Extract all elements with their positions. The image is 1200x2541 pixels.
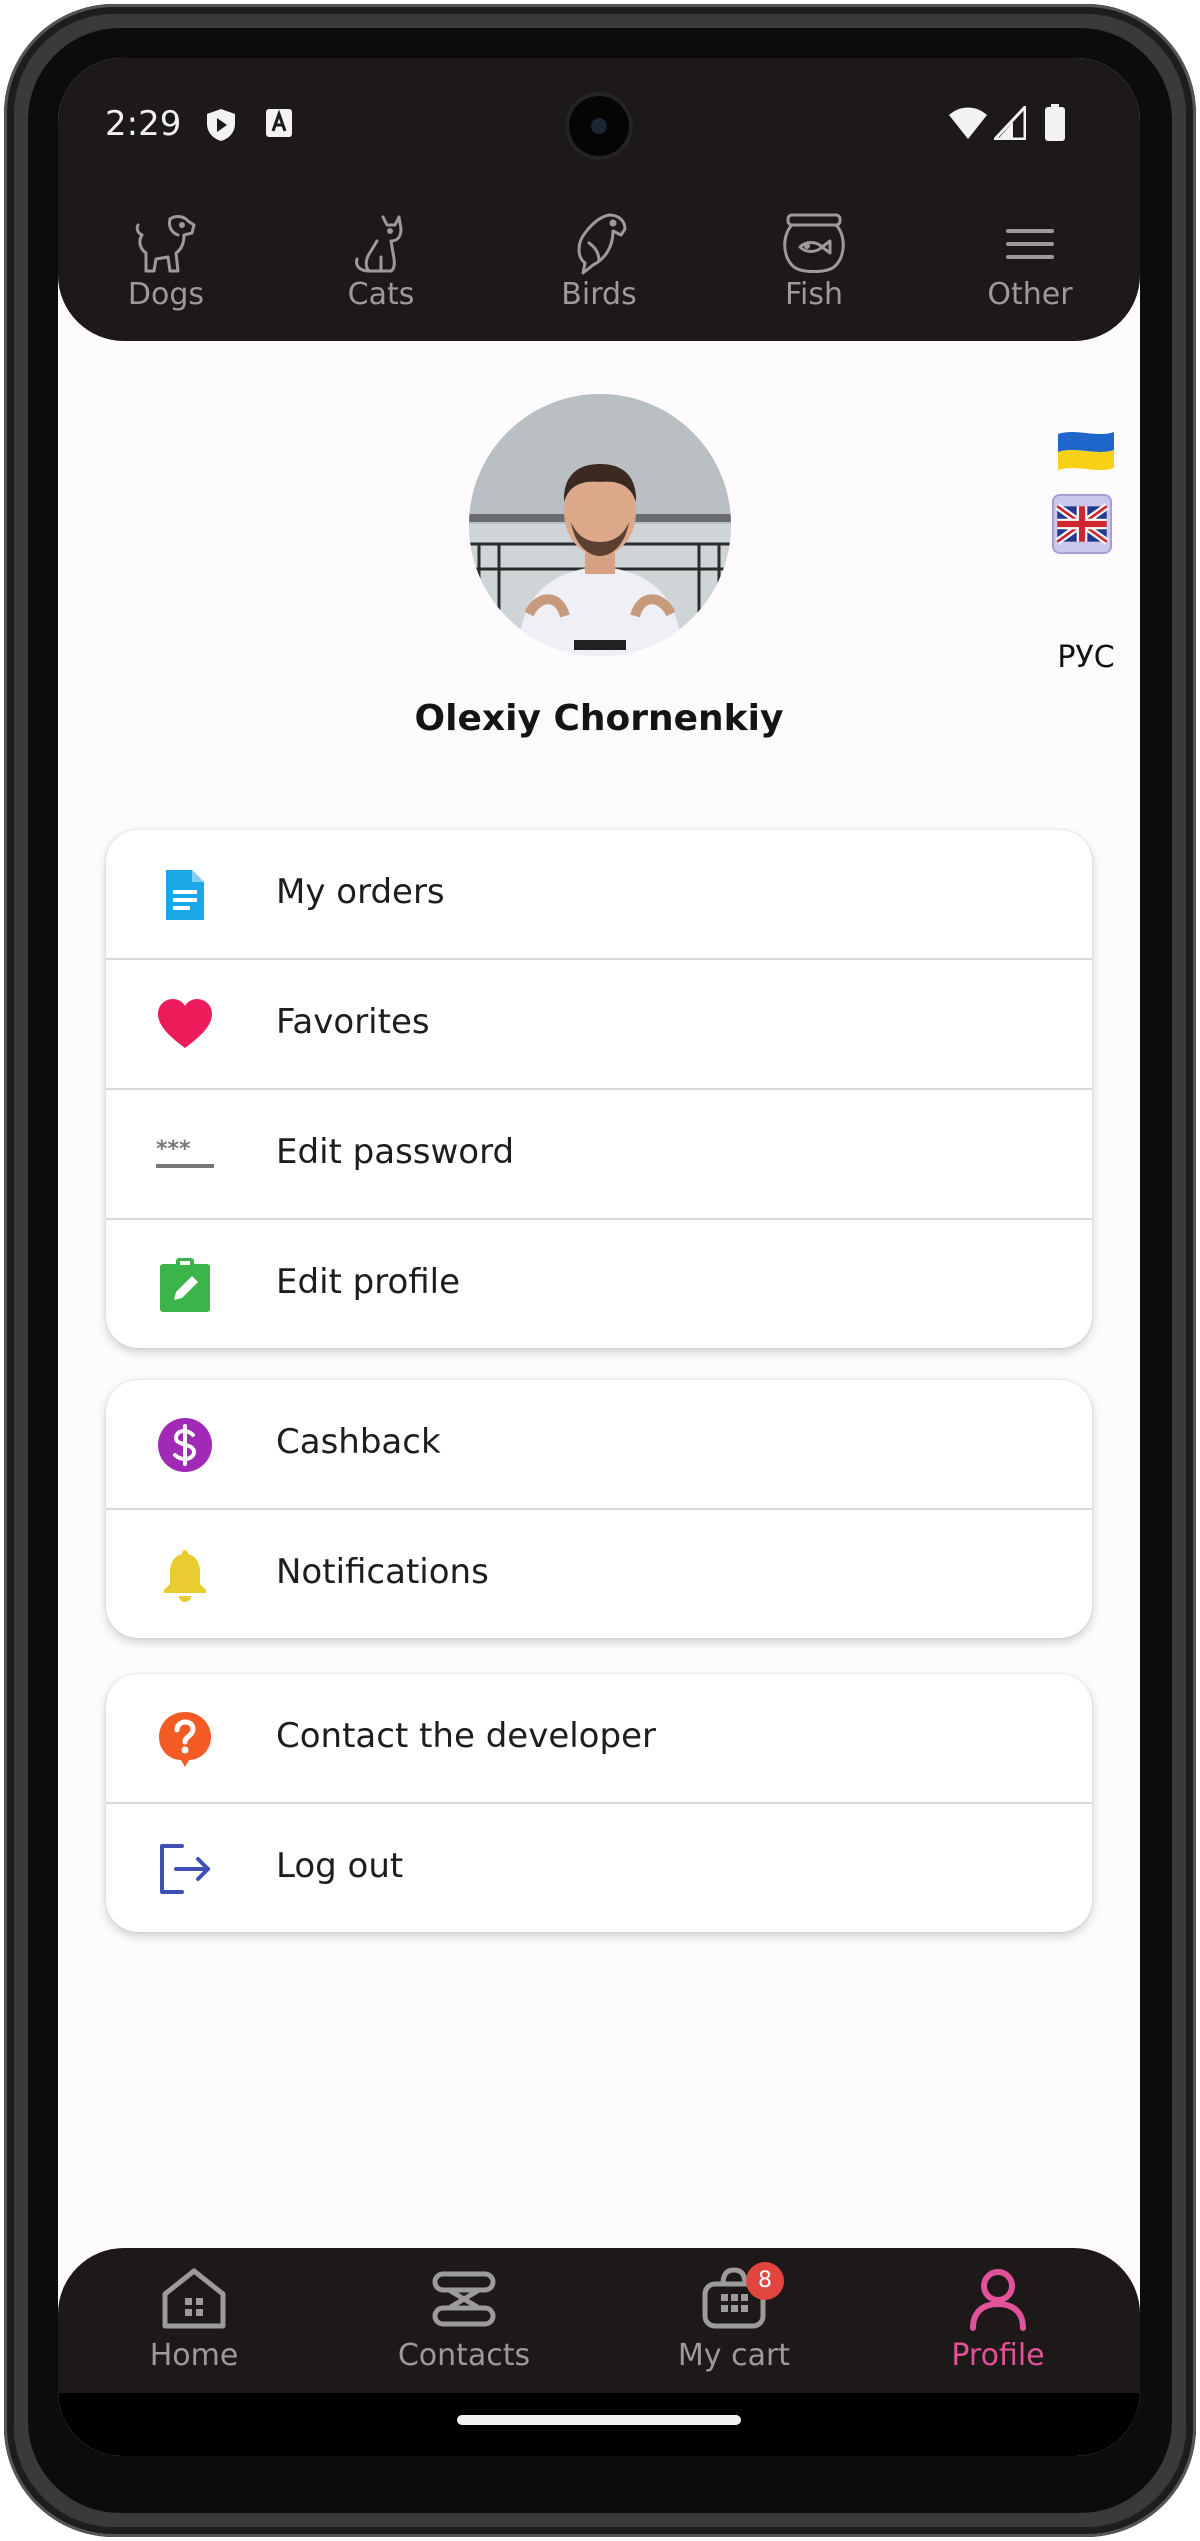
menu-item-log-out[interactable]: Log out (106, 1804, 1092, 1932)
rewards-menu-card: Cashback Notifications (106, 1380, 1092, 1638)
cat-icon (355, 215, 403, 273)
menu-item-label: Cashback (276, 1422, 441, 1462)
menu-item-contact-developer[interactable]: Contact the developer (106, 1674, 1092, 1804)
help-icon (159, 1712, 211, 1767)
nav-label: Profile (951, 2338, 1045, 2373)
category-label: Other (987, 277, 1073, 312)
app-screen: 2:29 Dogs Cats Birds Fish Other Olexiy C… (58, 58, 1140, 2456)
nav-home[interactable]: Home (94, 2266, 294, 2373)
account-menu-card: My orders Favorites *** Edit password Ed… (106, 830, 1092, 1348)
ukraine-flag[interactable] (1056, 428, 1116, 472)
menu-item-notifications[interactable]: Notifications (106, 1510, 1092, 1638)
svg-text:***: *** (156, 1137, 191, 1162)
gesture-bar (58, 2393, 1140, 2456)
category-dogs[interactable]: Dogs (96, 213, 236, 333)
uk-flag[interactable] (1052, 490, 1112, 558)
profile-icon (970, 2269, 1026, 2331)
menu-item-edit-profile[interactable]: Edit profile (106, 1220, 1092, 1348)
wifi-icon (949, 107, 987, 139)
fish-icon (783, 213, 845, 273)
cell-signal-icon (994, 106, 1026, 140)
bottom-navigation: Home Contacts 8 My cart Profile (58, 2248, 1140, 2393)
category-label: Birds (561, 277, 637, 312)
heart-icon (158, 999, 212, 1048)
menu-item-label: Contact the developer (276, 1716, 656, 1756)
nav-profile[interactable]: Profile (898, 2266, 1098, 2373)
avatar[interactable] (469, 394, 731, 656)
menu-item-label: Edit profile (276, 1262, 461, 1302)
menu-item-label: Log out (276, 1846, 404, 1886)
profile-name: Olexiy Chornenkiy (414, 698, 784, 739)
clipboard-edit-icon (160, 1258, 210, 1312)
nav-my-cart[interactable]: 8 My cart (634, 2262, 834, 2373)
category-fish[interactable]: Fish (744, 213, 884, 333)
menu-item-label: My orders (276, 872, 445, 912)
menu-item-favorites[interactable]: Favorites (106, 960, 1092, 1090)
nav-label: Contacts (397, 2338, 531, 2373)
menu-item-cashback[interactable]: Cashback (106, 1380, 1092, 1510)
support-menu-card: Contact the developer Log out (106, 1674, 1092, 1932)
menu-item-my-orders[interactable]: My orders (106, 830, 1092, 960)
bird-icon (577, 213, 627, 275)
menu-item-label: Notifications (276, 1552, 489, 1592)
top-header: 2:29 Dogs Cats Birds Fish Other (58, 58, 1140, 341)
category-label: Fish (784, 277, 844, 312)
font-a-icon (266, 109, 292, 137)
front-camera (565, 92, 633, 160)
language-ru[interactable]: РУС (1046, 640, 1126, 675)
status-time: 2:29 (105, 104, 182, 144)
dog-icon (135, 215, 196, 273)
nav-label: Home (149, 2338, 239, 2373)
category-birds[interactable]: Birds (529, 213, 669, 333)
battery-icon (1045, 104, 1065, 141)
category-label: Dogs (127, 277, 205, 312)
nav-contacts[interactable]: Contacts (364, 2266, 564, 2373)
menu-item-edit-password[interactable]: *** Edit password (106, 1090, 1092, 1220)
category-other[interactable]: Other (960, 213, 1100, 333)
menu-icon (1006, 229, 1054, 259)
dollar-icon (158, 1418, 212, 1472)
bell-icon (164, 1550, 206, 1602)
password-icon: *** (156, 1137, 214, 1168)
cart-count-badge: 8 (746, 2262, 784, 2300)
menu-item-label: Favorites (276, 1002, 430, 1042)
document-icon (166, 870, 204, 920)
shield-play-icon (207, 109, 235, 141)
category-cats[interactable]: Cats (311, 213, 451, 333)
nav-label: My cart (677, 2338, 791, 2373)
contacts-icon (432, 2271, 496, 2327)
logout-icon (160, 1844, 210, 1894)
menu-item-label: Edit password (276, 1132, 515, 1172)
user-photo (469, 394, 731, 656)
category-label: Cats (347, 277, 415, 312)
home-indicator[interactable] (457, 2415, 741, 2425)
home-icon (162, 2268, 226, 2329)
